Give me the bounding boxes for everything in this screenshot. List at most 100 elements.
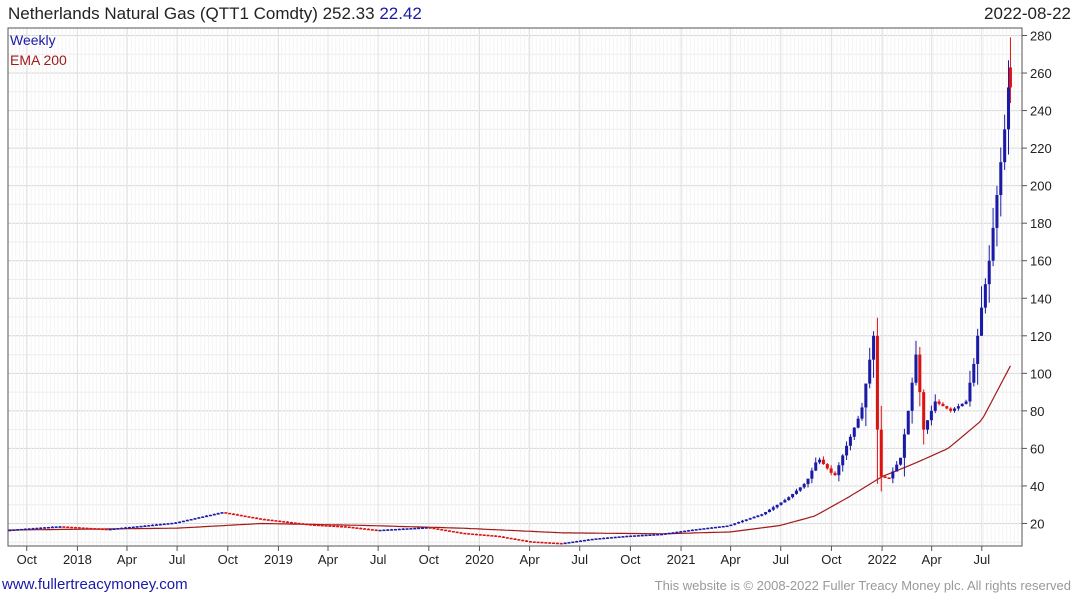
candle-body [482,534,486,536]
candle-body [594,538,598,540]
candle-body [212,513,216,516]
candle-body [197,517,201,519]
candle-body [255,517,259,520]
candle-body [174,522,178,524]
candle-body [382,529,386,532]
candle-body [525,540,529,542]
candle-body [629,535,633,538]
candle-body [810,470,814,479]
candle-body [779,502,783,505]
candle-body [899,457,903,465]
candle-body [737,522,741,524]
candle-body [902,434,906,458]
candle-body [671,532,675,534]
candle-body [73,527,77,529]
candle-body [744,519,748,521]
candle-body [189,519,193,521]
candle-body [1003,129,1007,163]
candle-body [748,518,752,520]
candle-body [451,531,455,533]
x-tick-label: Apr [519,552,540,567]
x-tick-label: Apr [318,552,339,567]
candle-body [922,392,926,430]
candle-body [567,542,571,544]
candle-body [355,527,359,529]
candle-body [490,535,494,537]
footer-website-link[interactable]: www.fullertreacymoney.com [2,576,188,593]
legend-ema: EMA 200 [10,52,67,68]
x-tick-label: Apr [721,552,742,567]
candle-body [216,513,220,515]
candle-body [297,522,301,525]
candle-body [158,523,162,526]
candle-body [413,527,417,530]
y-tick-label: 280 [1030,29,1052,44]
candle-body [729,524,733,527]
candle-body [613,536,617,539]
candle-body [370,529,374,531]
candle-body [868,359,872,384]
candle-body [845,445,849,456]
candle-body [582,539,586,542]
candle-body [740,520,744,523]
candle-body [675,531,679,534]
candle-body [929,410,933,421]
candle-body [201,516,205,518]
candle-body [586,539,590,541]
candle-body [756,515,760,518]
candle-body [316,524,320,527]
candle-body [478,534,482,536]
candle-body [698,528,702,531]
candle-body [883,476,887,479]
candle-body [660,533,664,536]
candle-body [806,478,810,485]
candle-body [798,487,802,491]
candle-body [787,497,791,501]
y-tick-label: 200 [1030,179,1052,194]
candle-body [987,260,991,285]
candle-body [436,528,440,530]
candle-body [104,528,108,531]
candle-body [945,406,949,409]
candle-body [579,540,583,542]
candle-body [960,403,964,407]
candle-body [513,538,517,540]
candle-body [972,363,976,383]
y-tick-label: 240 [1030,104,1052,119]
candle-body [644,534,648,537]
candle-body [93,528,97,530]
y-tick-label: 140 [1030,291,1052,306]
candle-body [875,335,879,430]
x-tick-label: 2019 [264,552,293,567]
chart-title-change: 22.42 [379,4,422,23]
candle-body [555,542,559,545]
candle-body [501,536,505,539]
candle-body [679,531,683,533]
candle-body [752,516,756,519]
candle-body [239,514,243,517]
candle-body [544,542,548,544]
candle-body [636,535,640,537]
candle-body [837,465,841,476]
candle-body [363,528,367,530]
candle-body [505,537,509,539]
candle-body [571,541,575,544]
candle-body [517,539,521,541]
candle-body [181,520,185,523]
candle-body [393,528,397,531]
candle-body [552,542,556,545]
candle-body [725,525,729,528]
chart-canvas: 20 40 60 80 100 120 140 160 180 200 220 240 260 280 O… [7,27,1052,567]
x-tick-label: 2021 [667,552,696,567]
candle-body [70,526,74,529]
candle-body [440,529,444,531]
y-tick-label: 120 [1030,329,1052,344]
candle-body [62,526,66,528]
candle-body [887,477,891,479]
x-tick-label: Oct [17,552,38,567]
candle-body [825,464,829,469]
candle-body [633,535,637,537]
candle-body [340,526,344,528]
candle-body [420,527,424,529]
candle-body [559,542,563,545]
